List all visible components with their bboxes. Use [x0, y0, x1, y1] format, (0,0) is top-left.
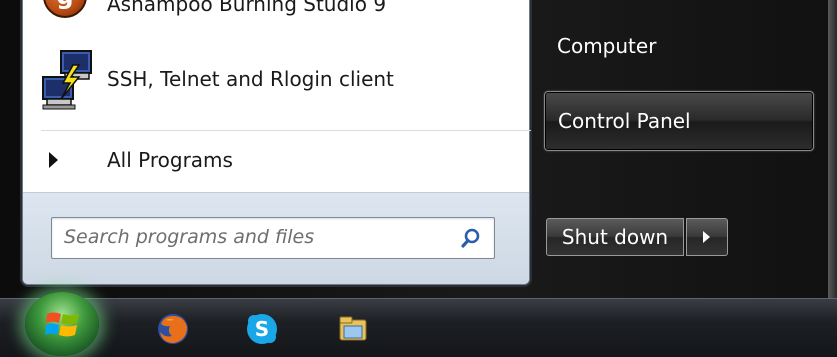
- skype-icon[interactable]: S: [245, 312, 279, 346]
- putty-network-icon: [42, 50, 92, 110]
- windows-logo-icon: [45, 312, 79, 337]
- expand-arrow-icon: [49, 152, 58, 168]
- program-label: SSH, Telnet and Rlogin client: [107, 67, 394, 91]
- chevron-right-icon: [703, 231, 710, 243]
- program-item-ashampoo[interactable]: g Ashampoo Burning Studio 9: [23, 0, 513, 32]
- svg-text:S: S: [255, 317, 269, 341]
- shut-down-button[interactable]: Shut down: [546, 218, 684, 256]
- windows-start-orb[interactable]: [25, 292, 99, 356]
- search-box[interactable]: [51, 217, 495, 259]
- search-input[interactable]: [52, 218, 464, 256]
- taskbar: [0, 298, 837, 357]
- start-menu-left-pane: g Ashampoo Burning Studio 9 SSH, Telnet …: [22, 0, 531, 285]
- computer-link[interactable]: Computer: [557, 34, 656, 58]
- search-area: [23, 192, 529, 284]
- shut-down-options-button[interactable]: [686, 218, 728, 256]
- menu-divider: [41, 130, 531, 131]
- search-icon[interactable]: [460, 227, 482, 249]
- right-edge-border: [828, 0, 837, 300]
- file-explorer-icon[interactable]: [336, 312, 370, 346]
- control-panel-item[interactable]: Control Panel: [544, 91, 814, 151]
- control-panel-label: Control Panel: [558, 109, 691, 133]
- firefox-icon[interactable]: [156, 312, 190, 346]
- program-label: Ashampoo Burning Studio 9: [107, 0, 387, 16]
- ashampoo-icon: g: [43, 0, 87, 18]
- all-programs-label: All Programs: [107, 148, 233, 172]
